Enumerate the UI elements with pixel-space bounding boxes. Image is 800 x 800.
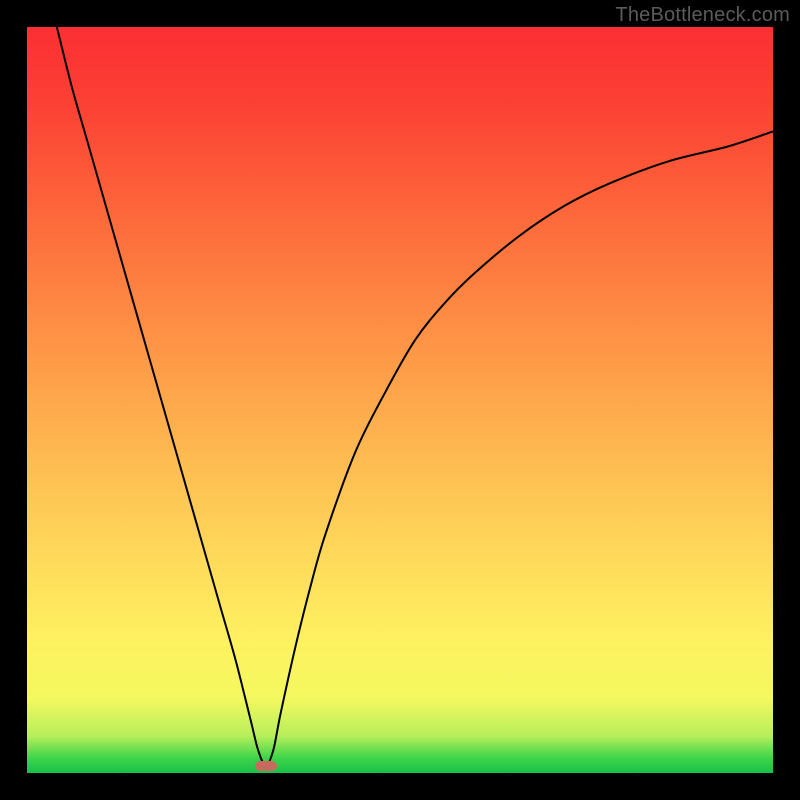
minimum-marker: [255, 761, 277, 771]
plot-area: [27, 27, 773, 773]
curve-path: [57, 27, 773, 766]
watermark-text: TheBottleneck.com: [615, 4, 790, 27]
chart-frame: TheBottleneck.com: [0, 0, 800, 800]
bottleneck-curve: [27, 27, 773, 773]
